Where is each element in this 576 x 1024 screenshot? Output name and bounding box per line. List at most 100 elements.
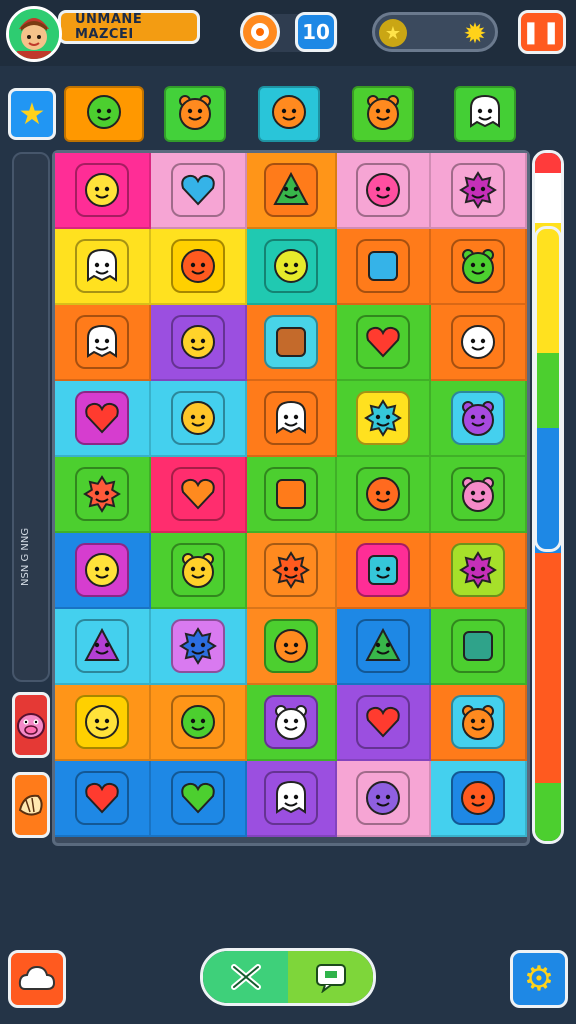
board-cell[interactable] bbox=[431, 761, 527, 837]
top-row-tile[interactable] bbox=[352, 86, 414, 142]
board-cell[interactable] bbox=[247, 761, 337, 837]
board-cell[interactable] bbox=[337, 685, 431, 761]
cyan-shirt-icon bbox=[356, 543, 410, 597]
board-cell[interactable] bbox=[337, 381, 431, 457]
side-panel: NSN G NNG bbox=[12, 152, 50, 682]
board-cell[interactable] bbox=[247, 609, 337, 685]
yellow-smiley-icon bbox=[75, 543, 129, 597]
board-cell[interactable] bbox=[55, 685, 151, 761]
board-cell[interactable] bbox=[431, 229, 527, 305]
red-heart-icon bbox=[75, 771, 129, 825]
star-booster-button[interactable]: ★ bbox=[8, 88, 56, 140]
board-cell[interactable] bbox=[431, 609, 527, 685]
white-crown-icon bbox=[75, 315, 129, 369]
yellow-bird-icon bbox=[171, 391, 225, 445]
board-cell[interactable] bbox=[247, 153, 337, 229]
star-progress-bar: ★ ✹ bbox=[372, 12, 498, 52]
cloud-star-button[interactable] bbox=[8, 950, 66, 1008]
coin-icon[interactable] bbox=[240, 12, 280, 52]
moves-counter: 10 bbox=[295, 12, 337, 52]
board-cell[interactable] bbox=[151, 609, 247, 685]
orange-heart-icon bbox=[171, 467, 225, 521]
board-cell[interactable] bbox=[55, 533, 151, 609]
board-cell[interactable] bbox=[247, 305, 337, 381]
white-blob-icon bbox=[451, 315, 505, 369]
red-heart-icon bbox=[356, 695, 410, 749]
white-ghost-icon bbox=[465, 92, 505, 136]
meter-segment bbox=[535, 783, 561, 841]
board-cell[interactable] bbox=[55, 305, 151, 381]
board-cell[interactable] bbox=[151, 457, 247, 533]
pink-bear-icon bbox=[451, 467, 505, 521]
board-cell[interactable] bbox=[337, 229, 431, 305]
settings-button[interactable]: ⚙ bbox=[510, 950, 568, 1008]
red-star-icon bbox=[264, 543, 318, 597]
chat-button[interactable] bbox=[288, 951, 373, 1003]
side-button-croissant[interactable] bbox=[12, 772, 50, 838]
board-cell[interactable] bbox=[55, 761, 151, 837]
shuffle-button[interactable] bbox=[203, 951, 288, 1003]
board-cell[interactable] bbox=[337, 609, 431, 685]
board-cell[interactable] bbox=[247, 533, 337, 609]
board-cell[interactable] bbox=[247, 229, 337, 305]
side-button-pig[interactable] bbox=[12, 692, 50, 758]
top-row-tile[interactable] bbox=[258, 86, 320, 142]
green-triangle-icon bbox=[356, 619, 410, 673]
brown-box-icon bbox=[264, 315, 318, 369]
board-cell[interactable] bbox=[247, 381, 337, 457]
white-bear-icon bbox=[264, 695, 318, 749]
progress-meter-thumb[interactable] bbox=[534, 226, 562, 552]
red-hat-ghost-icon bbox=[75, 239, 129, 293]
player-avatar-icon[interactable] bbox=[6, 6, 62, 62]
player-name: UNMANE MAZCEI bbox=[58, 10, 200, 44]
board-cell[interactable] bbox=[151, 305, 247, 381]
purple-fuzzy-icon bbox=[451, 163, 505, 217]
board-cell[interactable] bbox=[151, 229, 247, 305]
purple-blob-icon bbox=[356, 771, 410, 825]
board-cell[interactable] bbox=[151, 153, 247, 229]
board-cell[interactable] bbox=[151, 533, 247, 609]
yellow-smiley-icon bbox=[75, 695, 129, 749]
board-cell[interactable] bbox=[337, 533, 431, 609]
board-cell[interactable] bbox=[151, 761, 247, 837]
board-cell[interactable] bbox=[55, 609, 151, 685]
green-blob-icon bbox=[84, 92, 124, 136]
board-cell[interactable] bbox=[431, 533, 527, 609]
purple-triangle-icon bbox=[75, 619, 129, 673]
board-cell[interactable] bbox=[55, 153, 151, 229]
board-cell[interactable] bbox=[431, 305, 527, 381]
orange-face-icon bbox=[171, 239, 225, 293]
coin-inner bbox=[251, 23, 269, 41]
board-cell[interactable] bbox=[55, 229, 151, 305]
board-cell[interactable] bbox=[431, 685, 527, 761]
orange-strawberry-icon bbox=[356, 467, 410, 521]
white-ghost-icon bbox=[264, 771, 318, 825]
board-cell[interactable] bbox=[337, 761, 431, 837]
board-cell[interactable] bbox=[431, 457, 527, 533]
board-cell[interactable] bbox=[337, 305, 431, 381]
orange-bear-icon bbox=[175, 92, 215, 136]
board-cell[interactable] bbox=[431, 153, 527, 229]
green-blob-icon bbox=[171, 695, 225, 749]
board-cell[interactable] bbox=[151, 685, 247, 761]
board-cell[interactable] bbox=[247, 685, 337, 761]
purple-cat-icon bbox=[451, 391, 505, 445]
board-cell[interactable] bbox=[55, 457, 151, 533]
orange-bear-icon bbox=[451, 695, 505, 749]
board-cell[interactable] bbox=[151, 381, 247, 457]
board-cell[interactable] bbox=[431, 381, 527, 457]
pause-button[interactable]: ❚❚ bbox=[518, 10, 566, 54]
action-pill bbox=[200, 948, 376, 1006]
top-row-tile[interactable] bbox=[164, 86, 226, 142]
board-cell[interactable] bbox=[337, 457, 431, 533]
orange-face-icon bbox=[264, 619, 318, 673]
top-row-tile[interactable] bbox=[64, 86, 144, 142]
top-row-tile[interactable] bbox=[454, 86, 516, 142]
board-cell[interactable] bbox=[55, 381, 151, 457]
board-cell[interactable] bbox=[247, 457, 337, 533]
blue-heart-icon bbox=[171, 163, 225, 217]
board-cell[interactable] bbox=[337, 153, 431, 229]
cyan-spiky-icon bbox=[356, 391, 410, 445]
chat-icon bbox=[315, 964, 346, 993]
pause-icon: ❚❚ bbox=[521, 19, 563, 45]
